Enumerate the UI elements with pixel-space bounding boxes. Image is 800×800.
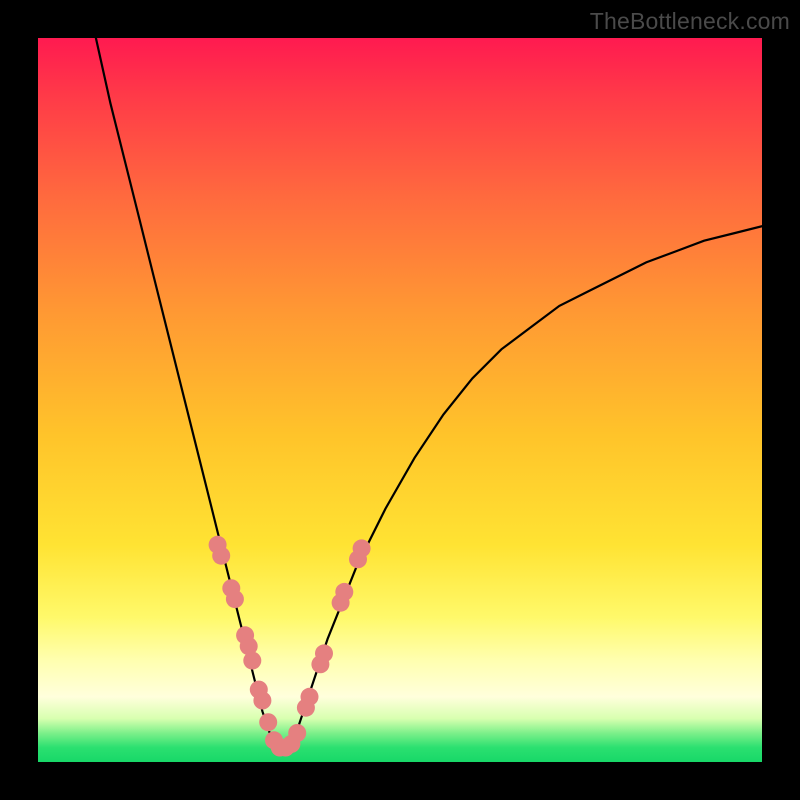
- bottleneck-curve: [96, 38, 762, 748]
- highlight-dot: [353, 539, 371, 557]
- highlight-dot: [315, 644, 333, 662]
- highlight-dot: [253, 692, 271, 710]
- watermark-text: TheBottleneck.com: [590, 8, 790, 35]
- plot-area: [38, 38, 762, 762]
- highlight-dot: [301, 688, 319, 706]
- chart-root: TheBottleneck.com: [0, 0, 800, 800]
- highlight-dot: [335, 583, 353, 601]
- highlight-dots: [209, 536, 371, 757]
- highlight-dot: [259, 713, 277, 731]
- highlight-dot: [288, 724, 306, 742]
- highlight-dot: [243, 652, 261, 670]
- highlight-dot: [226, 590, 244, 608]
- curve-layer: [38, 38, 762, 762]
- highlight-dot: [212, 547, 230, 565]
